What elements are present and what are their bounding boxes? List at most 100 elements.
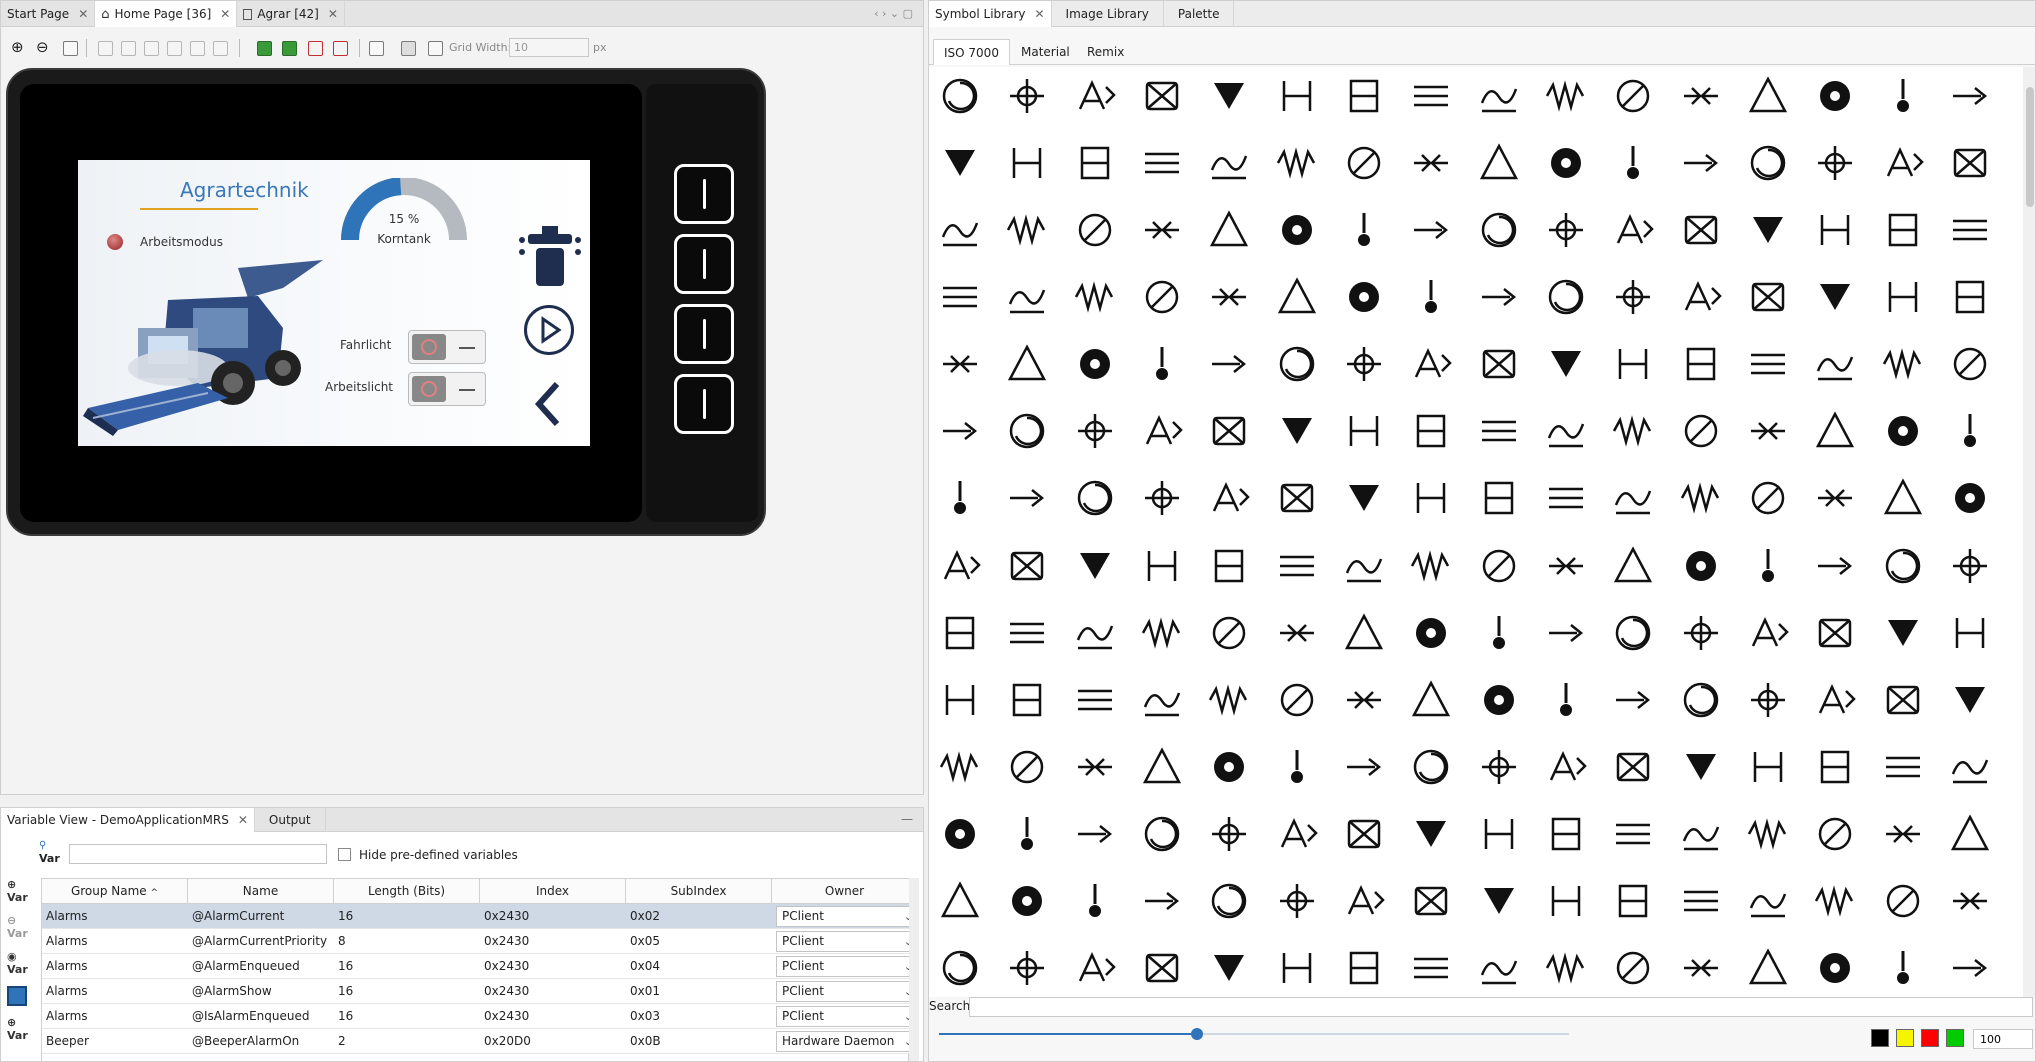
iso-symbol-icon[interactable] bbox=[1880, 274, 1926, 320]
iso-symbol-icon[interactable] bbox=[1408, 73, 1454, 119]
iso-symbol-icon[interactable] bbox=[1004, 744, 1050, 790]
iso-symbol-icon[interactable] bbox=[1206, 677, 1252, 723]
iso-symbol-icon[interactable] bbox=[1880, 744, 1926, 790]
table-row[interactable]: Alarms @AlarmShow 16 0x2430 0x01 PClient⌄ bbox=[42, 979, 918, 1004]
library-search-input[interactable] bbox=[969, 997, 2033, 1017]
owner-dropdown[interactable]: PClient⌄ bbox=[776, 956, 918, 977]
zoom-in-icon[interactable]: ⊕ bbox=[11, 38, 24, 56]
iso-symbol-icon[interactable] bbox=[1476, 744, 1522, 790]
iso-symbol-icon[interactable] bbox=[1610, 341, 1656, 387]
iso-symbol-icon[interactable] bbox=[1678, 207, 1724, 253]
close-icon[interactable]: ✕ bbox=[238, 813, 248, 827]
iso-symbol-icon[interactable] bbox=[1610, 878, 1656, 924]
iso-symbol-icon[interactable] bbox=[1341, 945, 1387, 991]
play-button[interactable] bbox=[524, 305, 574, 355]
iso-symbol-icon[interactable] bbox=[1745, 140, 1791, 186]
col-index[interactable]: Index bbox=[480, 879, 626, 903]
iso-symbol-icon[interactable] bbox=[1408, 677, 1454, 723]
iso-symbol-icon[interactable] bbox=[1610, 677, 1656, 723]
iso-symbol-icon[interactable] bbox=[1206, 744, 1252, 790]
iso-symbol-icon[interactable] bbox=[1341, 341, 1387, 387]
size-slider[interactable] bbox=[939, 1028, 1569, 1040]
iso-symbol-icon[interactable] bbox=[1543, 543, 1589, 589]
table-scrollbar[interactable] bbox=[909, 878, 919, 1061]
iso-symbol-icon[interactable] bbox=[1206, 543, 1252, 589]
size-input[interactable] bbox=[1973, 1029, 2033, 1049]
iso-symbol-icon[interactable] bbox=[1947, 543, 1993, 589]
iso-symbol-icon[interactable] bbox=[1072, 811, 1118, 857]
col-subindex[interactable]: SubIndex bbox=[626, 879, 772, 903]
iso-symbol-icon[interactable] bbox=[1610, 140, 1656, 186]
iso-symbol-icon[interactable] bbox=[1072, 341, 1118, 387]
iso-symbol-icon[interactable] bbox=[1880, 207, 1926, 253]
iso-symbol-icon[interactable] bbox=[1341, 811, 1387, 857]
iso-symbol-icon[interactable] bbox=[1408, 945, 1454, 991]
hide-predefined-checkbox[interactable] bbox=[338, 848, 351, 861]
align-right-icon[interactable] bbox=[144, 41, 159, 56]
iso-symbol-icon[interactable] bbox=[1543, 140, 1589, 186]
iso-symbol-icon[interactable] bbox=[1543, 945, 1589, 991]
iso-symbol-icon[interactable] bbox=[1476, 878, 1522, 924]
iso-symbol-icon[interactable] bbox=[1880, 811, 1926, 857]
iso-symbol-icon[interactable] bbox=[1678, 610, 1724, 656]
iso-symbol-icon[interactable] bbox=[1476, 274, 1522, 320]
iso-symbol-icon[interactable] bbox=[1072, 945, 1118, 991]
scrollbar-thumb[interactable] bbox=[2026, 87, 2034, 207]
iso-symbol-icon[interactable] bbox=[1543, 475, 1589, 521]
iso-symbol-icon[interactable] bbox=[1812, 811, 1858, 857]
iso-symbol-icon[interactable] bbox=[1947, 73, 1993, 119]
iso-symbol-icon[interactable] bbox=[1139, 878, 1185, 924]
iso-symbol-icon[interactable] bbox=[1408, 274, 1454, 320]
tab-output[interactable]: Output bbox=[255, 808, 326, 832]
iso-symbol-icon[interactable] bbox=[1880, 945, 1926, 991]
iso-symbol-icon[interactable] bbox=[1543, 408, 1589, 454]
iso-symbol-icon[interactable] bbox=[1678, 677, 1724, 723]
fahrlicht-toggle[interactable] bbox=[408, 330, 486, 364]
iso-symbol-icon[interactable] bbox=[1072, 677, 1118, 723]
iso-symbol-icon[interactable] bbox=[1745, 878, 1791, 924]
iso-symbol-icon[interactable] bbox=[1408, 811, 1454, 857]
hardware-key-2[interactable] bbox=[674, 234, 734, 294]
iso-symbol-icon[interactable] bbox=[1678, 140, 1724, 186]
iso-symbol-icon[interactable] bbox=[937, 207, 983, 253]
iso-symbol-icon[interactable] bbox=[937, 73, 983, 119]
iso-symbol-icon[interactable] bbox=[1745, 811, 1791, 857]
iso-symbol-icon[interactable] bbox=[1341, 73, 1387, 119]
iso-symbol-icon[interactable] bbox=[937, 274, 983, 320]
iso-symbol-icon[interactable] bbox=[1678, 878, 1724, 924]
iso-symbol-icon[interactable] bbox=[1408, 207, 1454, 253]
iso-symbol-icon[interactable] bbox=[937, 744, 983, 790]
iso-symbol-icon[interactable] bbox=[1408, 408, 1454, 454]
iso-symbol-icon[interactable] bbox=[1947, 475, 1993, 521]
iso-symbol-icon[interactable] bbox=[1812, 341, 1858, 387]
iso-symbol-icon[interactable] bbox=[1745, 945, 1791, 991]
grid-icon[interactable] bbox=[401, 41, 416, 56]
iso-symbol-icon[interactable] bbox=[1812, 744, 1858, 790]
iso-symbol-icon[interactable] bbox=[1543, 274, 1589, 320]
iso-symbol-icon[interactable] bbox=[1745, 543, 1791, 589]
iso-symbol-icon[interactable] bbox=[1476, 475, 1522, 521]
iso-symbol-icon[interactable] bbox=[1206, 207, 1252, 253]
iso-symbol-icon[interactable] bbox=[1678, 811, 1724, 857]
align-left-icon[interactable] bbox=[98, 41, 113, 56]
iso-symbol-icon[interactable] bbox=[1341, 207, 1387, 253]
iso-symbol-icon[interactable] bbox=[1745, 475, 1791, 521]
iso-symbol-icon[interactable] bbox=[1947, 811, 1993, 857]
align-center-icon[interactable] bbox=[121, 41, 136, 56]
iso-symbol-icon[interactable] bbox=[1072, 744, 1118, 790]
iso-symbol-icon[interactable] bbox=[1341, 677, 1387, 723]
iso-symbol-icon[interactable] bbox=[1476, 677, 1522, 723]
iso-symbol-icon[interactable] bbox=[1678, 341, 1724, 387]
iso-symbol-icon[interactable] bbox=[1476, 811, 1522, 857]
iso-symbol-icon[interactable] bbox=[1206, 475, 1252, 521]
iso-symbol-icon[interactable] bbox=[1139, 475, 1185, 521]
iso-symbol-icon[interactable] bbox=[1341, 274, 1387, 320]
table-row[interactable]: Alarms @AlarmEnqueued 16 0x2430 0x04 PClient⌄ bbox=[42, 954, 918, 979]
iso-symbol-icon[interactable] bbox=[1274, 274, 1320, 320]
iso-symbol-icon[interactable] bbox=[1880, 610, 1926, 656]
iso-symbol-icon[interactable] bbox=[1408, 610, 1454, 656]
iso-symbol-icon[interactable] bbox=[1947, 744, 1993, 790]
iso-symbol-icon[interactable] bbox=[1206, 945, 1252, 991]
table-row[interactable]: Alarms @AlarmCurrent 16 0x2430 0x02 PClient⌄ bbox=[42, 904, 918, 929]
iso-symbol-icon[interactable] bbox=[1408, 744, 1454, 790]
